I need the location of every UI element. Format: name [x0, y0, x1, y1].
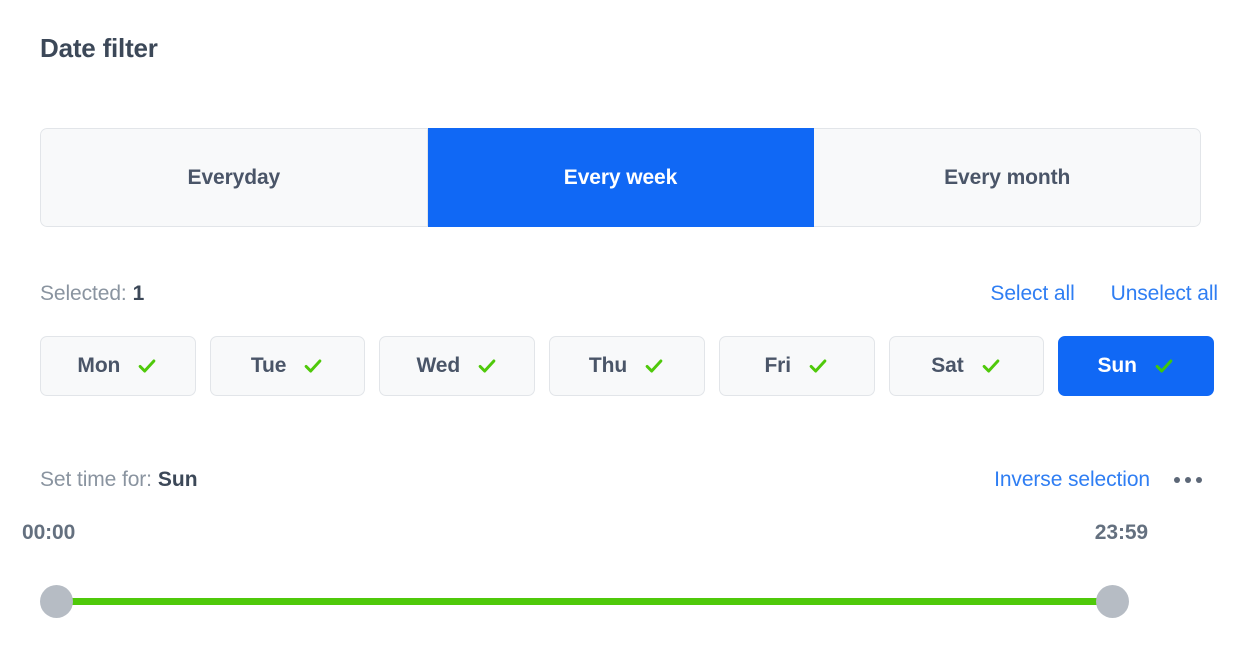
set-time-value: Sun [157, 468, 198, 491]
check-icon [982, 359, 999, 373]
slider-handle-end[interactable] [1096, 585, 1129, 618]
slider-track [56, 598, 1114, 605]
inverse-selection-link[interactable]: Inverse selection [994, 468, 1150, 492]
check-icon [478, 359, 496, 373]
frequency-segmented-control: Everyday Every week Every month [40, 128, 1201, 227]
day-chip-tue-label: Tue [250, 354, 287, 377]
page-title: Date filter [40, 33, 158, 63]
day-chip-thu[interactable]: Thu [549, 336, 705, 396]
check-icon [645, 359, 663, 373]
time-range-slider[interactable] [40, 585, 1130, 619]
selection-actions: Select all Unselect all [990, 282, 1218, 306]
date-filter-panel: Date filter Everyday Every week Every mo… [0, 0, 1242, 646]
day-chips-row: Mon Tue Wed Thu Fri Sat Sun [40, 336, 1215, 396]
select-all-link[interactable]: Select all [990, 282, 1074, 306]
set-time-label: Set time for: [40, 468, 152, 491]
day-chip-fri[interactable]: Fri [718, 336, 875, 396]
ellipsis-icon[interactable] [1172, 473, 1204, 487]
set-time-actions: Inverse selection [994, 468, 1204, 492]
selection-summary-row: Selected: 1 Select all Unselect all [40, 278, 1218, 310]
day-chip-sun-label: Sun [1097, 354, 1137, 377]
selected-count: 1 [132, 282, 145, 305]
check-icon [304, 359, 322, 373]
check-icon [1155, 359, 1173, 373]
check-icon [809, 359, 827, 373]
set-time-row: Set time for: Sun Inverse selection [40, 464, 1204, 496]
ellipsis-dot [1185, 477, 1191, 483]
time-range-end: 23:59 [1094, 521, 1148, 544]
tab-every-month-label: Every month [944, 165, 1071, 189]
day-chip-sat[interactable]: Sat [888, 336, 1045, 396]
time-range-start: 00:00 [22, 521, 76, 544]
set-time-summary: Set time for: Sun [40, 468, 198, 492]
tab-everyday[interactable]: Everyday [40, 128, 428, 227]
selected-label: Selected: [40, 282, 127, 305]
day-chip-wed[interactable]: Wed [379, 336, 536, 396]
unselect-all-link[interactable]: Unselect all [1111, 282, 1218, 306]
day-chip-sat-label: Sat [931, 354, 964, 377]
check-icon [138, 359, 156, 373]
tab-every-week-label: Every week [563, 165, 678, 189]
slider-handle-start[interactable] [40, 585, 73, 618]
day-chip-sun[interactable]: Sun [1058, 336, 1215, 396]
ellipsis-dot [1174, 477, 1180, 483]
day-chip-mon-label: Mon [77, 354, 121, 377]
day-chip-wed-label: Wed [416, 354, 461, 377]
tab-every-week[interactable]: Every week [427, 128, 815, 227]
day-chip-thu-label: Thu [588, 354, 628, 377]
day-chip-mon[interactable]: Mon [40, 336, 196, 396]
day-chip-tue[interactable]: Tue [209, 336, 366, 396]
time-range-labels: 00:00 23:59 [22, 521, 1148, 545]
tab-everyday-label: Everyday [187, 165, 281, 189]
tab-every-month[interactable]: Every month [814, 128, 1201, 227]
ellipsis-dot [1196, 477, 1202, 483]
selected-summary: Selected: 1 [40, 282, 144, 306]
day-chip-fri-label: Fri [764, 354, 791, 377]
